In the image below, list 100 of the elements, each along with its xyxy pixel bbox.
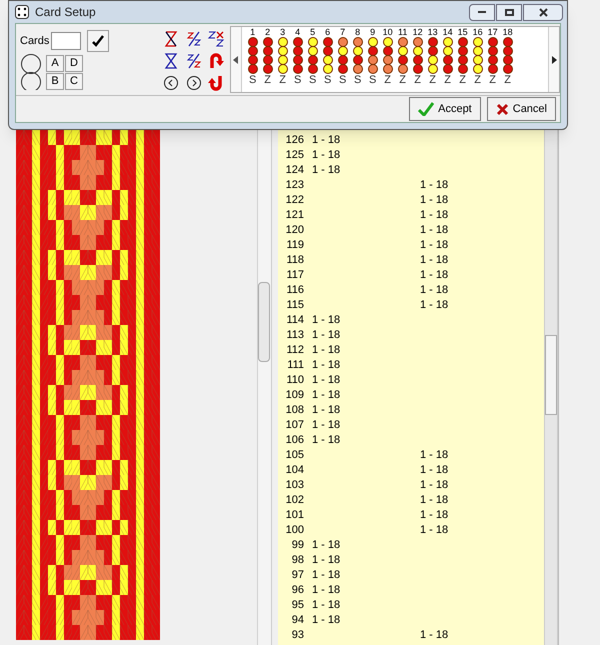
card-number: 13 [428, 27, 438, 38]
right-arrow-icon [552, 56, 556, 64]
row-number: 97 [290, 568, 304, 583]
card-number: 2 [265, 27, 270, 38]
left-circle-icon[interactable] [162, 74, 180, 92]
card-number: 4 [295, 27, 300, 38]
turn-range: 1 - 18 [312, 599, 340, 611]
row-number: 119 [285, 238, 304, 253]
turn-range: 1 - 18 [420, 494, 448, 506]
card-number: 6 [325, 27, 330, 38]
threading-letter: S [369, 74, 376, 87]
turn-range: 1 - 18 [312, 359, 340, 371]
card-number: 3 [280, 27, 286, 38]
s-z-toggle-icon[interactable] [184, 30, 203, 48]
row-number: 95 [290, 598, 304, 613]
row-number: 105 [284, 448, 304, 463]
scrollbar-thumb[interactable] [545, 335, 557, 415]
turn-range: 1 - 18 [312, 569, 340, 581]
hole-button[interactable]: A [46, 54, 64, 72]
turn-range: 1 - 18 [420, 239, 448, 251]
row-number: 112 [285, 343, 304, 358]
row-number: 110 [285, 373, 304, 388]
threading-letter: Z [279, 74, 286, 87]
threading-letter: Z [429, 74, 436, 87]
row-number: 111 [286, 358, 304, 373]
threading-letter: Z [504, 74, 512, 87]
turn-range: 1 - 18 [420, 479, 448, 491]
turn-range: 1 - 18 [312, 539, 340, 551]
row-number: 98 [290, 553, 304, 568]
row-number: 102 [284, 493, 304, 508]
row-number: 126 [284, 133, 304, 148]
card-number: 17 [488, 27, 498, 38]
card-number: 16 [472, 27, 483, 38]
turn-range: 1 - 18 [312, 134, 340, 146]
row-number: 109 [284, 388, 304, 403]
z-s-toggle-icon[interactable] [184, 52, 203, 70]
turn-range: 1 - 18 [312, 374, 340, 386]
card-circles-drawing [20, 54, 42, 90]
threading-letter: Z [399, 74, 406, 87]
cancel-button[interactable]: Cancel [486, 97, 556, 121]
turn-range: 1 - 18 [420, 449, 448, 461]
checkmark-icon [92, 35, 104, 47]
minimize-button[interactable] [469, 4, 495, 20]
hole-button[interactable]: C [65, 72, 83, 90]
turn-range: 1 - 18 [312, 404, 340, 416]
row-number: 94 [290, 613, 304, 628]
turn-range: 1 - 18 [312, 314, 340, 326]
row-number: 100 [284, 523, 304, 538]
row-number: 96 [290, 583, 304, 598]
cards-label: Cards [20, 34, 50, 49]
row-number: 123 [284, 178, 304, 193]
turn-range: 1 - 18 [420, 284, 448, 296]
turn-range: 1 - 18 [312, 554, 340, 566]
apply-button[interactable] [87, 30, 110, 52]
card-number: 5 [310, 27, 316, 38]
row-number: 120 [284, 223, 304, 238]
row-number: 118 [285, 253, 304, 268]
row-number: 125 [284, 148, 304, 163]
turn-range: 1 - 18 [420, 269, 448, 281]
close-icon [538, 8, 548, 16]
turn-range: 1 - 18 [420, 209, 448, 221]
row-number: 117 [285, 268, 304, 283]
maximize-button[interactable] [496, 4, 522, 20]
threading-letter: Z [384, 74, 392, 87]
threading-letter: Z [414, 74, 422, 87]
turn-range: 1 - 18 [312, 164, 340, 176]
turn-range: 1 - 18 [312, 419, 340, 431]
turn-range: 1 - 18 [312, 344, 340, 356]
turn-range: 1 - 18 [420, 299, 448, 311]
row-number: 106 [284, 433, 304, 448]
row-number: 104 [284, 463, 304, 478]
turn-range: 1 - 18 [420, 509, 448, 521]
threading-letter: Z [264, 74, 272, 87]
row-number: 103 [284, 478, 304, 493]
card-number: 7 [340, 27, 346, 38]
card-number: 8 [355, 27, 360, 38]
row-number: 107 [284, 418, 304, 433]
row-number: 124 [284, 163, 304, 178]
row-number: 113 [285, 328, 304, 343]
scrollbar-thumb[interactable] [258, 282, 270, 362]
accept-button[interactable]: Accept [409, 97, 481, 121]
turn-range: 1 - 18 [420, 629, 448, 641]
hole-button[interactable]: D [65, 54, 83, 72]
close-button[interactable] [523, 4, 563, 20]
row-number: 101 [284, 508, 304, 523]
hole-button[interactable]: B [46, 72, 64, 90]
threading-letter: Z [444, 74, 452, 87]
turn-range: 1 - 18 [312, 614, 340, 626]
turn-range: 1 - 18 [312, 389, 340, 401]
card-number: 14 [442, 27, 453, 38]
row-number: 108 [284, 403, 304, 418]
threading-letter: Z [459, 74, 466, 87]
right-circle-icon[interactable] [184, 74, 203, 92]
row-number: 121 [284, 208, 304, 223]
card-number: 18 [502, 27, 513, 38]
turn-range: 1 - 18 [420, 254, 448, 266]
turn-range: 1 - 18 [312, 434, 340, 446]
card-number: 9 [370, 27, 376, 38]
cards-input[interactable] [51, 32, 82, 50]
card-number: 10 [382, 27, 393, 38]
